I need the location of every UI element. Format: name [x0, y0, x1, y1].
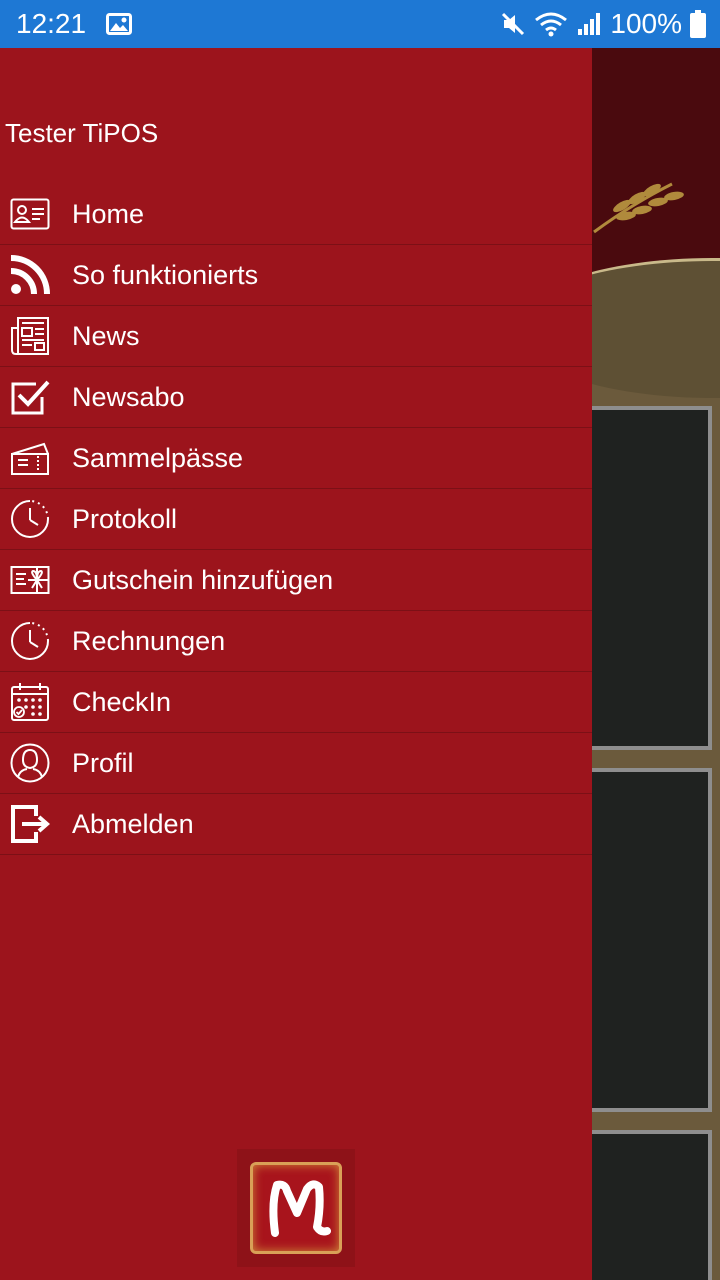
background-panel: [592, 1130, 712, 1280]
checkbox-icon: [10, 377, 50, 417]
navigation-drawer: Tester TiPOS Home So funktionierts News: [0, 48, 592, 1280]
logout-icon: [10, 804, 50, 844]
image-notification-icon: [106, 13, 133, 35]
tickets-icon: [10, 438, 50, 478]
battery-level: 100%: [610, 8, 682, 39]
clock-history-icon: [10, 621, 50, 661]
mute-icon: [500, 11, 526, 37]
m-logo-icon: [269, 1180, 331, 1237]
wifi-icon: [534, 11, 568, 37]
user-icon: [10, 743, 50, 783]
battery-icon: [690, 10, 706, 38]
status-icons: 100%: [500, 8, 706, 40]
menu-item-label: So funktionierts: [72, 259, 259, 290]
background-app-content: [592, 48, 720, 1280]
newspaper-icon: [10, 316, 50, 356]
rss-icon: [10, 255, 50, 295]
id-card-icon: [10, 194, 50, 234]
menu-item-label: Protokoll: [72, 503, 178, 534]
signal-icon: [576, 11, 602, 37]
menu-item-gutschein-hinzufuegen[interactable]: Gutschein hinzufügen: [0, 550, 592, 611]
voucher-icon: [10, 560, 50, 600]
app-logo: [237, 1149, 355, 1267]
menu-item-label: Home: [72, 198, 145, 229]
drawer-menu: Home So funktionierts News Newsabo Samme…: [0, 184, 592, 855]
wheat-icon: [593, 182, 684, 234]
menu-item-protokoll[interactable]: Protokoll: [0, 489, 592, 550]
menu-item-label: Newsabo: [72, 381, 185, 412]
menu-item-news[interactable]: News: [0, 306, 592, 367]
status-time: 12:21: [16, 8, 87, 39]
menu-item-label: Rechnungen: [72, 625, 226, 656]
menu-item-home[interactable]: Home: [0, 184, 592, 245]
calendar-check-icon: [10, 682, 50, 722]
menu-item-label: CheckIn: [72, 686, 172, 717]
menu-item-checkin[interactable]: CheckIn: [0, 672, 592, 733]
menu-item-rechnungen[interactable]: Rechnungen: [0, 611, 592, 672]
menu-item-label: Gutschein hinzufügen: [72, 564, 334, 595]
menu-item-profil[interactable]: Profil: [0, 733, 592, 794]
menu-item-newsabo[interactable]: Newsabo: [0, 367, 592, 428]
menu-item-label: News: [72, 320, 140, 351]
menu-item-label: Sammelpässe: [72, 442, 244, 473]
clock-history-icon: [10, 499, 50, 539]
background-panel: [592, 406, 712, 750]
menu-item-label: Abmelden: [72, 808, 194, 839]
menu-item-sammelpaesse[interactable]: Sammelpässe: [0, 428, 592, 489]
drawer-user-name: Tester TiPOS: [5, 118, 159, 148]
status-bar: 12:21 100%: [0, 0, 720, 48]
background-panel: [592, 768, 712, 1112]
menu-item-label: Profil: [72, 747, 134, 778]
menu-item-so-funktionierts[interactable]: So funktionierts: [0, 245, 592, 306]
menu-item-abmelden[interactable]: Abmelden: [0, 794, 592, 855]
